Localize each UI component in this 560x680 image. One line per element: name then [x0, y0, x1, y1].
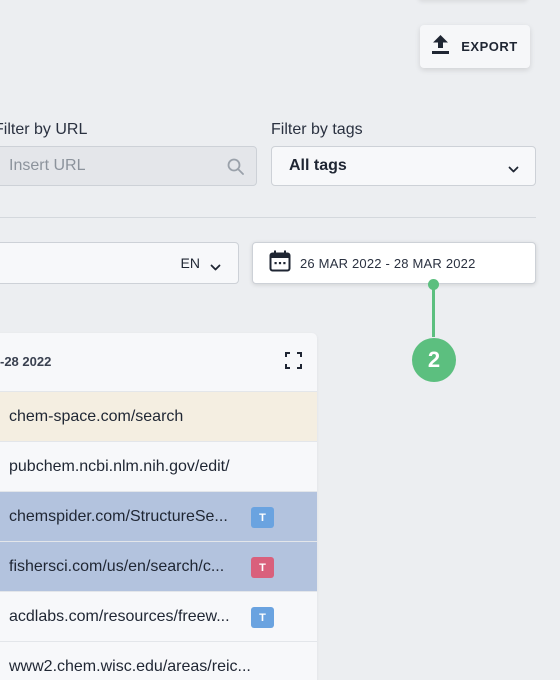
url-filter-input[interactable]: Insert URL — [0, 146, 257, 186]
url-filter-placeholder: Insert URL — [9, 157, 86, 174]
expand-icon[interactable] — [285, 352, 302, 374]
panel-header: -28 2022 — [0, 333, 317, 392]
calendar-icon — [269, 250, 291, 277]
search-icon[interactable] — [227, 158, 244, 180]
panel-date-range: -28 2022 — [0, 354, 52, 369]
chevron-down-icon — [508, 161, 519, 179]
export-button-label: EXPORT — [461, 39, 518, 54]
table-row[interactable]: pubchem.ncbi.nlm.nih.gov/edit/ — [0, 442, 317, 492]
url-list: chem-space.com/search pubchem.ncbi.nlm.ni… — [0, 392, 317, 680]
date-range-picker[interactable]: 26 MAR 2022 - 28 MAR 2022 — [252, 242, 536, 284]
row-url: chem-space.com/search — [9, 407, 184, 425]
row-tag-badge[interactable]: T — [251, 507, 274, 528]
row-url: www2.chem.wisc.edu/areas/reic... — [9, 657, 251, 675]
step-connector-dot — [428, 279, 439, 290]
table-row[interactable]: fishersci.com/us/en/search/c... T — [0, 542, 317, 592]
url-list-panel: -28 2022 chem-space.com/search pubchem.nc… — [0, 333, 317, 680]
row-url: pubchem.ncbi.nlm.nih.gov/edit/ — [9, 457, 230, 475]
row-url: acdlabs.com/resources/freew... — [9, 607, 230, 625]
chevron-down-icon — [210, 259, 221, 277]
tags-filter-label: Filter by tags — [271, 121, 363, 138]
tags-filter-select[interactable]: All tags — [271, 146, 536, 186]
section-divider — [0, 217, 536, 218]
tags-filter-value: All tags — [289, 157, 347, 174]
row-url: chemspider.com/StructureSe... — [9, 507, 228, 525]
language-value: EN — [180, 255, 200, 271]
date-range-value: 26 MAR 2022 - 28 MAR 2022 — [300, 255, 476, 271]
row-tag-badge[interactable]: T — [251, 607, 274, 628]
table-row[interactable]: www2.chem.wisc.edu/areas/reic... — [0, 642, 317, 680]
step-badge: 2 — [412, 338, 456, 382]
table-row[interactable]: chem-space.com/search — [0, 392, 317, 442]
upload-icon — [432, 34, 450, 59]
language-select[interactable]: EN — [0, 242, 239, 284]
row-tag-badge[interactable]: T — [251, 557, 274, 578]
export-button[interactable]: EXPORT — [420, 25, 530, 68]
table-row[interactable]: chemspider.com/StructureSe... T — [0, 492, 317, 542]
table-row[interactable]: acdlabs.com/resources/freew... T — [0, 592, 317, 642]
url-filter-label: Filter by URL — [0, 121, 88, 138]
step-connector-line — [432, 285, 435, 337]
row-url: fishersci.com/us/en/search/c... — [9, 557, 225, 575]
